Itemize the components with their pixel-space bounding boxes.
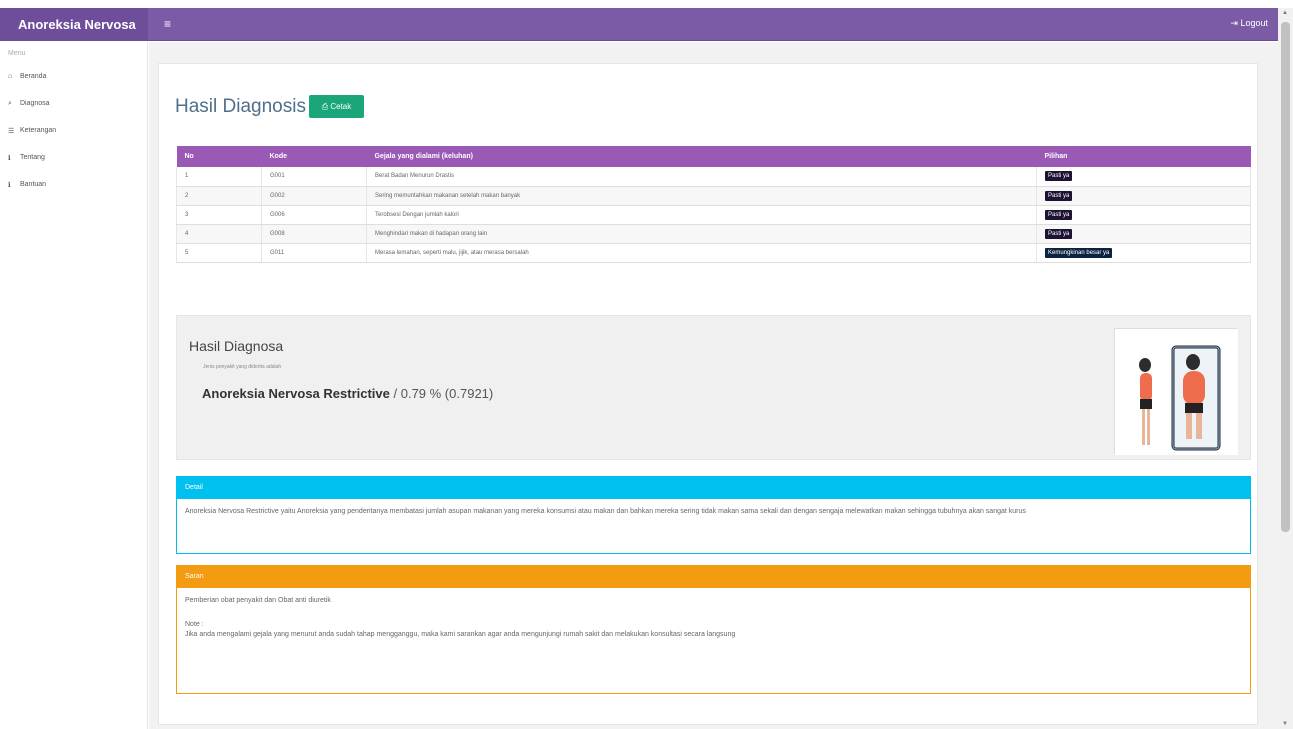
table-header: Pilihan — [1036, 146, 1251, 167]
sidebar-item-label: Bantuan — [20, 181, 47, 188]
row-no: 1 — [176, 167, 262, 187]
detail-text: Anoreksia Nervosa Restrictive yaitu Anor… — [185, 508, 1026, 515]
scroll-up-icon[interactable]: ▲ — [1282, 10, 1288, 16]
sidebar-item-label: Diagnosa — [20, 100, 50, 107]
illustration-svg — [1115, 329, 1238, 455]
saran-body: Pemberian obat penyakit dan Obat anti di… — [177, 588, 1250, 648]
sidebar-item-beranda[interactable]: ⌂ Beranda — [0, 63, 147, 90]
choice-badge: Kemungkinan besar ya — [1045, 247, 1113, 258]
disease-name: Anoreksia Nervosa Restrictive — [202, 386, 390, 401]
row-kode: G001 — [261, 167, 367, 187]
sidebar-item-label: Keterangan — [20, 127, 57, 134]
sidebar-item-label: Tentang — [20, 154, 45, 161]
row-gejala: Berat Badan Menurun Drastis — [366, 167, 1037, 187]
saran-text: Pemberian obat penyakit dan Obat anti di… — [185, 597, 331, 604]
result-subtitle: Jenis penyakit yang diderita adalah — [203, 364, 282, 370]
top-navbar: Anoreksia Nervosa ≡ ⇥ Logout — [0, 8, 1278, 41]
scroll-down-icon[interactable]: ▼ — [1282, 721, 1288, 727]
diagnosis-score: / 0.79 % (0.7921) — [393, 386, 494, 401]
print-button[interactable]: ⎙ Cetak — [309, 95, 364, 118]
row-gejala: Merasa lemahan, seperti malu, jijik, ata… — [366, 243, 1037, 263]
table-row: 1 G001 Berat Badan Menurun Drastis Pasti… — [176, 167, 1251, 187]
note-text: Jika anda mengalami gejala yang menurut … — [185, 631, 736, 638]
choice-badge: Pasti ya — [1045, 209, 1073, 220]
result-heading: Hasil Diagnosa — [189, 338, 284, 354]
detail-heading: Detail — [177, 477, 1250, 499]
detail-panel: Detail Anoreksia Nervosa Restrictive yai… — [176, 476, 1251, 554]
table-row: 3 G006 Terobsesi Dengan jumlah kalori Pa… — [176, 205, 1251, 225]
scrollbar-thumb[interactable] — [1281, 22, 1290, 532]
row-gejala: Menghindari makan di hadapan orang lain — [366, 224, 1037, 244]
choice-badge: Pasti ya — [1045, 190, 1073, 201]
saran-panel: Saran Pemberian obat penyakit dan Obat a… — [176, 565, 1251, 694]
top-border — [0, 0, 1293, 8]
info-icon: ℹ — [8, 154, 11, 162]
row-no: 2 — [176, 186, 262, 206]
table-header: Gejala yang dialami (keluhan) — [366, 146, 1037, 167]
saran-heading: Saran — [177, 566, 1250, 588]
row-gejala: Sering memuntahkan makanan setelah makan… — [366, 186, 1037, 206]
info-icon: ℹ — [8, 181, 11, 189]
sidebar-item-keterangan[interactable]: ☰ Keterangan — [0, 117, 147, 144]
list-icon: ☰ — [8, 127, 15, 135]
symptom-table: No Kode Gejala yang dialami (keluhan) Pi… — [176, 146, 1251, 263]
note-label: Note : — [185, 621, 204, 628]
table-row: 4 G008 Menghindari makan di hadapan oran… — [176, 224, 1251, 244]
logout-label: Logout — [1240, 18, 1268, 28]
sidebar-item-diagnosa[interactable]: ⌕ Diagnosa — [0, 90, 147, 117]
row-no: 4 — [176, 224, 262, 244]
hamburger-icon[interactable]: ≡ — [164, 17, 171, 31]
sidebar: Menu ⌂ Beranda ⌕ Diagnosa ☰ Keterangan ℹ… — [0, 42, 148, 729]
row-no: 5 — [176, 243, 262, 263]
vertical-scrollbar[interactable]: ▲ ▼ — [1278, 8, 1293, 729]
table-row: 5 G011 Merasa lemahan, seperti malu, jij… — [176, 243, 1251, 263]
print-icon: ⎙ — [321, 102, 329, 111]
choice-badge: Pasti ya — [1045, 228, 1073, 239]
row-no: 3 — [176, 205, 262, 225]
logout-button[interactable]: ⇥ Logout — [1230, 18, 1268, 29]
table-header-row: No Kode Gejala yang dialami (keluhan) Pi… — [176, 146, 1251, 167]
row-gejala: Terobsesi Dengan jumlah kalori — [366, 205, 1037, 225]
table-row: 2 G002 Sering memuntahkan makanan setela… — [176, 186, 1251, 206]
diagnosis-result: Anoreksia Nervosa Restrictive / 0.79 % (… — [202, 386, 493, 401]
content-card: Hasil Diagnosis ⎙ Cetak No Kode Gejala y… — [158, 63, 1258, 725]
choice-badge: Pasti ya — [1045, 171, 1073, 182]
home-icon: ⌂ — [8, 73, 13, 80]
page-title: Hasil Diagnosis — [175, 96, 306, 117]
row-kode: G002 — [261, 186, 367, 206]
diagnosis-result-box: Hasil Diagnosa Jenis penyakit yang dider… — [176, 315, 1251, 460]
sidebar-header: Menu — [8, 50, 26, 57]
table-header: No — [176, 146, 262, 167]
row-kode: G011 — [261, 243, 367, 263]
mirror-illustration-image — [1114, 328, 1238, 455]
sidebar-item-tentang[interactable]: ℹ Tentang — [0, 144, 147, 171]
main-content: Hasil Diagnosis ⎙ Cetak No Kode Gejala y… — [149, 42, 1278, 729]
search-icon: ⌕ — [8, 99, 12, 107]
sidebar-item-label: Beranda — [20, 73, 47, 80]
logout-icon: ⇥ — [1230, 18, 1238, 28]
row-kode: G008 — [261, 224, 367, 244]
print-label: Cetak — [330, 102, 352, 111]
row-kode: G006 — [261, 205, 367, 225]
sidebar-item-bantuan[interactable]: ℹ Bantuan — [0, 171, 147, 198]
table-header: Kode — [261, 146, 367, 167]
brand-logo[interactable]: Anoreksia Nervosa — [0, 8, 148, 41]
